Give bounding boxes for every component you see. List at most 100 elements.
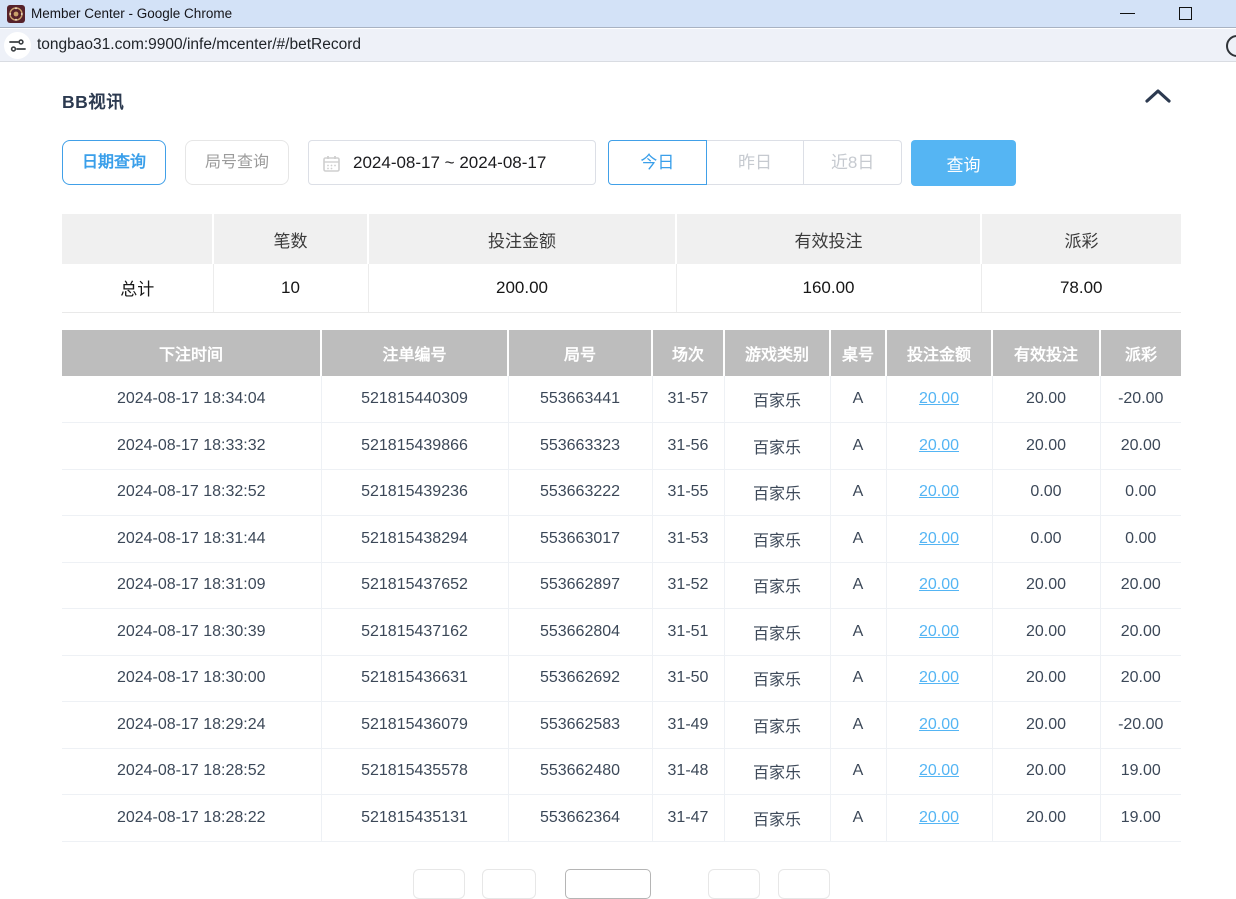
table-row: 2024-08-17 18:31:44521815438294553663017… [62,516,1181,563]
collapse-panel-button[interactable] [1144,88,1176,114]
session-cell: 31-55 [652,469,724,516]
table-no-cell: A [830,609,886,656]
bet-amount-link[interactable]: 20.00 [919,762,959,779]
bet-amount-link[interactable]: 20.00 [919,809,959,826]
payout-cell: 20.00 [1100,423,1181,470]
table-column-header: 桌号 [830,330,886,376]
date-range-picker[interactable]: 2024-08-17 ~ 2024-08-17 [308,140,596,185]
round-no-cell: 553663441 [508,376,652,423]
bet-time-cell: 2024-08-17 18:30:00 [62,655,321,702]
round-no-cell: 553662583 [508,702,652,749]
page-size-select[interactable] [565,869,651,899]
bet-time-cell: 2024-08-17 18:28:52 [62,748,321,795]
summary-header-payout: 派彩 [981,214,1181,264]
yesterday-button[interactable]: 昨日 [707,140,805,185]
game-type-cell: 百家乐 [724,655,830,702]
table-no-cell: A [830,376,886,423]
bet-amount-link[interactable]: 20.00 [919,623,959,640]
valid-bet-cell: 20.00 [992,423,1100,470]
table-row: 2024-08-17 18:30:39521815437162553662804… [62,609,1181,656]
today-button[interactable]: 今日 [608,140,707,185]
bet-amount-cell: 20.00 [886,795,992,842]
pagination-last-button[interactable] [778,869,830,899]
table-no-cell: A [830,702,886,749]
pagination-prev-button[interactable] [482,869,536,899]
bet-time-cell: 2024-08-17 18:33:32 [62,423,321,470]
page-title: BB视讯 [62,89,124,114]
round-no-cell: 553663222 [508,469,652,516]
table-row: 2024-08-17 18:32:52521815439236553663222… [62,469,1181,516]
payout-cell: 20.00 [1100,562,1181,609]
search-button[interactable]: 查询 [911,140,1016,186]
bet-time-cell: 2024-08-17 18:32:52 [62,469,321,516]
browser-profile-icon[interactable] [1226,35,1236,57]
session-cell: 31-49 [652,702,724,749]
table-column-header: 游戏类别 [724,330,830,376]
session-cell: 31-56 [652,423,724,470]
game-type-cell: 百家乐 [724,562,830,609]
pagination-first-button[interactable] [413,869,465,899]
bet-amount-cell: 20.00 [886,748,992,795]
table-column-header: 场次 [652,330,724,376]
bet-amount-link[interactable]: 20.00 [919,437,959,454]
site-settings-button[interactable] [4,32,31,59]
bet-amount-cell: 20.00 [886,702,992,749]
payout-cell: 19.00 [1100,795,1181,842]
summary-header-bet-amount: 投注金额 [368,214,676,264]
game-type-cell: 百家乐 [724,702,830,749]
table-row: 2024-08-17 18:29:24521815436079553662583… [62,702,1181,749]
bet-amount-link[interactable]: 20.00 [919,483,959,500]
order-no-cell: 521815438294 [321,516,508,563]
payout-cell: 0.00 [1100,469,1181,516]
bet-time-cell: 2024-08-17 18:30:39 [62,609,321,656]
calendar-icon [323,155,340,172]
game-type-cell: 百家乐 [724,516,830,563]
table-column-header: 注单编号 [321,330,508,376]
bet-amount-link[interactable]: 20.00 [919,716,959,733]
table-row: 2024-08-17 18:31:09521815437652553662897… [62,562,1181,609]
game-type-cell: 百家乐 [724,795,830,842]
bet-time-cell: 2024-08-17 18:28:22 [62,795,321,842]
round-no-cell: 553662480 [508,748,652,795]
summary-header-blank [62,214,213,264]
table-column-header: 投注金额 [886,330,992,376]
maximize-icon [1179,7,1192,20]
valid-bet-cell: 20.00 [992,748,1100,795]
session-cell: 31-47 [652,795,724,842]
bet-amount-link[interactable]: 20.00 [919,576,959,593]
date-query-tab[interactable]: 日期查询 [62,140,166,185]
valid-bet-cell: 20.00 [992,795,1100,842]
bet-amount-link[interactable]: 20.00 [919,390,959,407]
last-8-days-button[interactable]: 近8日 [804,140,902,185]
pagination-next-button[interactable] [708,869,760,899]
summary-total-row: 总计 10 200.00 160.00 78.00 [62,264,1181,312]
table-no-cell: A [830,748,886,795]
order-no-cell: 521815435131 [321,795,508,842]
valid-bet-cell: 20.00 [992,655,1100,702]
order-no-cell: 521815435578 [321,748,508,795]
maximize-button[interactable] [1166,0,1206,27]
valid-bet-cell: 0.00 [992,516,1100,563]
bet-amount-link[interactable]: 20.00 [919,530,959,547]
bet-amount-cell: 20.00 [886,469,992,516]
table-no-cell: A [830,562,886,609]
minimize-button[interactable] [1108,0,1148,27]
session-cell: 31-53 [652,516,724,563]
valid-bet-cell: 20.00 [992,562,1100,609]
window-titlebar: Member Center - Google Chrome [0,0,1236,28]
valid-bet-cell: 20.00 [992,702,1100,749]
url-field[interactable]: tongbao31.com:9900/infe/mcenter/#/betRec… [37,29,361,61]
payout-cell: -20.00 [1100,702,1181,749]
order-no-cell: 521815440309 [321,376,508,423]
summary-header-valid-bet: 有效投注 [676,214,981,264]
order-no-cell: 521815437162 [321,609,508,656]
table-row: 2024-08-17 18:34:04521815440309553663441… [62,376,1181,423]
game-type-cell: 百家乐 [724,469,830,516]
summary-count-value: 10 [213,264,368,312]
round-query-tab[interactable]: 局号查询 [185,140,289,185]
bet-amount-cell: 20.00 [886,562,992,609]
site-favicon-icon [7,5,25,23]
filter-bar: 日期查询 局号查询 2024-08-17 ~ 2024-08-17 今日 昨日 … [0,140,1236,188]
bet-amount-link[interactable]: 20.00 [919,669,959,686]
bet-amount-cell: 20.00 [886,516,992,563]
